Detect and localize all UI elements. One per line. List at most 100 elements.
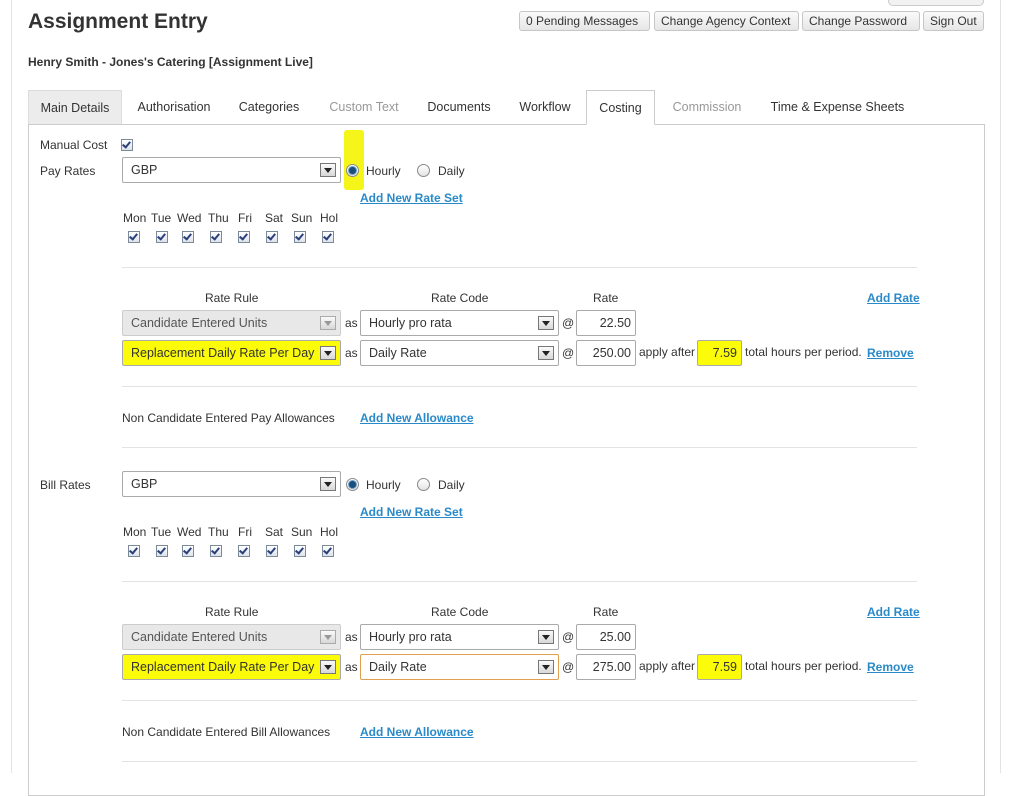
pay-hourly-radio[interactable] xyxy=(346,164,359,177)
tab-documents[interactable]: Documents xyxy=(416,90,502,125)
section-divider xyxy=(122,447,917,448)
bill-day-sat-checkbox[interactable] xyxy=(266,545,278,557)
pay-day-tue-checkbox[interactable] xyxy=(156,231,168,243)
tab-costing[interactable]: Costing xyxy=(586,90,655,125)
pay-day-thu-checkbox[interactable] xyxy=(210,231,222,243)
pay-add-new-allowance-link[interactable]: Add New Allowance xyxy=(360,411,474,425)
pay-rate-rule-header: Rate Rule xyxy=(205,291,259,305)
pay-currency-select[interactable]: GBP xyxy=(122,157,341,183)
pay-day-wed-checkbox[interactable] xyxy=(182,231,194,243)
pay-remove-link[interactable]: Remove xyxy=(867,346,914,360)
bill-apply-after-input[interactable]: 7.59 xyxy=(697,654,742,680)
tab-categories[interactable]: Categories xyxy=(228,90,310,125)
change-password-button[interactable]: Change Password xyxy=(802,11,920,31)
bill-rate-rule-header: Rate Rule xyxy=(205,605,259,619)
bill-as-label-1: as xyxy=(345,630,358,644)
tab-main-details[interactable]: Main Details xyxy=(28,90,122,125)
manual-cost-checkbox[interactable] xyxy=(121,139,133,151)
sign-out-button[interactable]: Sign Out xyxy=(923,11,984,31)
bill-hourly-radio[interactable] xyxy=(346,478,359,491)
bill-as-label-2: as xyxy=(345,660,358,674)
tab-time-expense-sheets[interactable]: Time & Expense Sheets xyxy=(760,90,915,125)
top-right-partial-button[interactable] xyxy=(888,0,984,6)
bill-day-tue-checkbox[interactable] xyxy=(156,545,168,557)
bill-hourly-label: Hourly xyxy=(366,478,401,492)
pay-day-hol-checkbox[interactable] xyxy=(322,231,334,243)
chevron-down-icon xyxy=(320,163,336,177)
bill-at-label-1: @ xyxy=(562,630,575,644)
pay-rate-code-header: Rate Code xyxy=(431,291,489,305)
tab-authorisation[interactable]: Authorisation xyxy=(126,90,222,125)
pay-rate-input-1[interactable]: 22.50 xyxy=(576,310,636,336)
tab-custom-text: Custom Text xyxy=(329,100,399,114)
bill-day-thu-checkbox[interactable] xyxy=(210,545,222,557)
pay-day-sat-checkbox[interactable] xyxy=(266,231,278,243)
pay-add-rate-link[interactable]: Add Rate xyxy=(867,291,920,305)
pay-at-label-2: @ xyxy=(562,346,575,360)
bill-day-fri-checkbox[interactable] xyxy=(238,545,250,557)
pay-divider-2 xyxy=(122,386,917,387)
bill-day-mon-checkbox[interactable] xyxy=(128,545,140,557)
bill-currency-select[interactable]: GBP xyxy=(122,471,341,497)
bill-divider-2 xyxy=(122,700,917,701)
bill-code-select-1[interactable]: Hourly pro rata xyxy=(360,624,559,650)
bill-rate-input-2[interactable]: 275.00 xyxy=(576,654,636,680)
pay-rule-select-2[interactable]: Replacement Daily Rate Per Day xyxy=(122,340,341,366)
bill-day-hol-checkbox[interactable] xyxy=(322,545,334,557)
pay-as-label-2: as xyxy=(345,346,358,360)
bill-rule-value-1: Candidate Entered Units xyxy=(131,630,268,644)
bill-day-tue: Tue xyxy=(151,525,172,539)
pay-day-fri-checkbox[interactable] xyxy=(238,231,250,243)
tab-workflow[interactable]: Workflow xyxy=(508,90,582,125)
bill-rate-header: Rate xyxy=(593,605,619,619)
bill-code-select-2[interactable]: Daily Rate xyxy=(360,654,559,680)
bill-code-value-1: Hourly pro rata xyxy=(369,630,452,644)
bill-rule-select-2[interactable]: Replacement Daily Rate Per Day xyxy=(122,654,341,680)
chevron-down-icon xyxy=(320,660,336,674)
bill-add-new-rate-set-link[interactable]: Add New Rate Set xyxy=(360,505,463,519)
bill-add-new-allowance-link[interactable]: Add New Allowance xyxy=(360,725,474,739)
bill-add-rate-link[interactable]: Add Rate xyxy=(867,605,920,619)
pay-hourly-label: Hourly xyxy=(366,164,401,178)
pending-messages-button[interactable]: 0 Pending Messages xyxy=(519,11,650,31)
page-frame-left xyxy=(11,0,12,773)
bill-code-value-2: Daily Rate xyxy=(369,660,427,674)
pay-day-fri: Fri xyxy=(238,211,252,225)
pay-day-wed: Wed xyxy=(177,211,202,225)
chevron-down-icon xyxy=(538,630,554,644)
pay-rate-input-2[interactable]: 250.00 xyxy=(576,340,636,366)
bill-allowances-label: Non Candidate Entered Bill Allowances xyxy=(122,725,331,739)
pay-rate-header: Rate xyxy=(593,291,619,305)
pay-rule-select-1: Candidate Entered Units xyxy=(122,310,341,336)
page-title: Assignment Entry xyxy=(28,10,208,33)
bill-day-sun-checkbox[interactable] xyxy=(294,545,306,557)
bill-apply-after-label: apply after xyxy=(639,659,696,673)
bill-rate-code-header: Rate Code xyxy=(431,605,489,619)
pay-as-label-1: as xyxy=(345,316,358,330)
chevron-down-icon xyxy=(538,346,554,360)
pay-code-value-2: Daily Rate xyxy=(369,346,427,360)
chevron-down-icon xyxy=(320,316,336,330)
pay-rates-label: Pay Rates xyxy=(40,164,96,178)
bill-rates-label: Bill Rates xyxy=(40,478,91,492)
pay-apply-after-label: apply after xyxy=(639,345,696,359)
bill-at-label-2: @ xyxy=(562,660,575,674)
pay-daily-radio[interactable] xyxy=(417,164,430,177)
pay-day-thu: Thu xyxy=(208,211,229,225)
pay-code-select-2[interactable]: Daily Rate xyxy=(360,340,559,366)
change-agency-context-button[interactable]: Change Agency Context xyxy=(654,11,799,31)
chevron-down-icon xyxy=(538,316,554,330)
bill-daily-radio[interactable] xyxy=(417,478,430,491)
bill-remove-link[interactable]: Remove xyxy=(867,660,914,674)
pay-apply-after-input[interactable]: 7.59 xyxy=(697,340,742,366)
bill-rate-input-1[interactable]: 25.00 xyxy=(576,624,636,650)
pay-day-sun-checkbox[interactable] xyxy=(294,231,306,243)
bill-day-wed-checkbox[interactable] xyxy=(182,545,194,557)
bill-total-hours-label: total hours per period. xyxy=(745,659,862,673)
bill-day-sun: Sun xyxy=(291,525,313,539)
tab-commission: Commission xyxy=(672,100,742,114)
pay-code-select-1[interactable]: Hourly pro rata xyxy=(360,310,559,336)
pay-add-new-rate-set-link[interactable]: Add New Rate Set xyxy=(360,191,463,205)
pay-day-mon-checkbox[interactable] xyxy=(128,231,140,243)
bill-divider-1 xyxy=(122,581,917,582)
